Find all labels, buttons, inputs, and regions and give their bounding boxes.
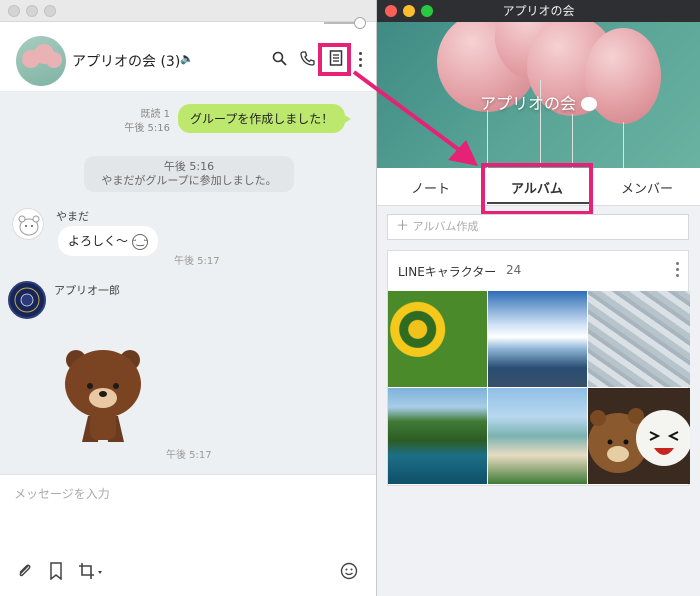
- system-text: やまだがグループに参加しました。: [101, 174, 277, 187]
- photo-plush-toys[interactable]: [588, 388, 690, 484]
- group-info-window: アプリオの会 アプリオの会 ノート アルバム メンバー ＋ アルバム作成 LIN…: [377, 0, 700, 596]
- opacity-slider[interactable]: [324, 17, 366, 29]
- chat-titlebar: [0, 0, 376, 22]
- emoji-button-icon[interactable]: [340, 562, 358, 584]
- minimize-button[interactable]: [403, 5, 415, 17]
- more-menu-icon[interactable]: [356, 50, 364, 70]
- user-name-yamada: やまだ: [56, 210, 89, 223]
- read-receipt: 既読 1 午後 5:16: [124, 108, 170, 136]
- my-message-bubble[interactable]: グループを作成しました！: [178, 104, 352, 133]
- chat-bubble-icon: [581, 96, 598, 111]
- create-album-label: アルバム作成: [412, 220, 479, 233]
- photo-sky-lake[interactable]: [488, 291, 587, 387]
- sticker-time: 午後 5:17: [166, 450, 212, 461]
- close-button[interactable]: [385, 5, 397, 17]
- album-card[interactable]: LINEキャラクター 24: [387, 250, 690, 486]
- search-icon[interactable]: [268, 47, 290, 69]
- photo-sunflowers[interactable]: [388, 291, 487, 387]
- group-cover-image: アプリオの会: [377, 22, 700, 168]
- album-more-icon[interactable]: [674, 261, 680, 277]
- group-title-text: アプリオの会: [479, 94, 576, 113]
- chat-area: 既読 1 午後 5:16 グループを作成しました！ 午後 5:16 やまだがグル…: [0, 92, 376, 474]
- zoom-button[interactable]: [421, 5, 433, 17]
- chat-title: アプリオの会 (3): [72, 54, 181, 70]
- photo-water-ripples[interactable]: [588, 291, 690, 387]
- window-title: アプリオの会: [502, 4, 575, 18]
- chat-window: アプリオの会 (3) 🔈 既読 1 午後 5:16 グループを作成しました！ 午…: [0, 0, 377, 596]
- plus-icon: ＋: [396, 219, 410, 234]
- message-time: 午後 5:16: [124, 123, 170, 134]
- user-avatar-ichiro[interactable]: [8, 281, 46, 319]
- photo-mountain-lake[interactable]: [388, 388, 487, 484]
- user-name-ichiro: アプリオ一郎: [54, 284, 120, 297]
- slider-knob[interactable]: [354, 17, 366, 29]
- album-name: LINEキャラクター: [398, 265, 497, 279]
- user-avatar-yamada[interactable]: [12, 208, 44, 240]
- album-count: 24: [506, 263, 522, 277]
- phone-icon[interactable]: [296, 47, 318, 69]
- notes-highlight-box: [318, 43, 351, 76]
- their-message-text: よろしく〜: [68, 234, 129, 248]
- album-photo-grid: [388, 291, 690, 485]
- group-window-titlebar: アプリオの会: [377, 0, 700, 22]
- system-message: 午後 5:16 やまだがグループに参加しました。: [84, 156, 294, 192]
- tab-members[interactable]: メンバー: [621, 178, 673, 197]
- zoom-button[interactable]: [44, 5, 56, 17]
- message-input-area[interactable]: メッセージを入力: [0, 474, 376, 596]
- minimize-button[interactable]: [26, 5, 38, 17]
- their-message-bubble[interactable]: よろしく〜 ᵕ‿ᵕ: [58, 226, 158, 256]
- tab-notes[interactable]: ノート: [411, 178, 450, 197]
- bookmark-icon[interactable]: [48, 562, 64, 584]
- speaker-icon: 🔈: [180, 52, 194, 65]
- message-time: 午後 5:17: [174, 256, 220, 267]
- brown-bear-sticker[interactable]: [62, 346, 144, 446]
- read-label: 既読 1: [140, 109, 170, 120]
- create-album-button[interactable]: ＋ アルバム作成: [387, 214, 689, 240]
- group-avatar[interactable]: [16, 36, 66, 86]
- album-tab-highlight-box: [481, 163, 593, 215]
- photo-beach[interactable]: [488, 388, 587, 484]
- system-time: 午後 5:16: [163, 160, 215, 173]
- screenshot-crop-icon[interactable]: [78, 562, 104, 584]
- group-title: アプリオの会: [377, 90, 700, 114]
- message-input[interactable]: メッセージを入力: [14, 485, 110, 502]
- close-button[interactable]: [8, 5, 20, 17]
- attachment-icon[interactable]: [16, 562, 34, 584]
- emoji-icon: ᵕ‿ᵕ: [131, 233, 148, 250]
